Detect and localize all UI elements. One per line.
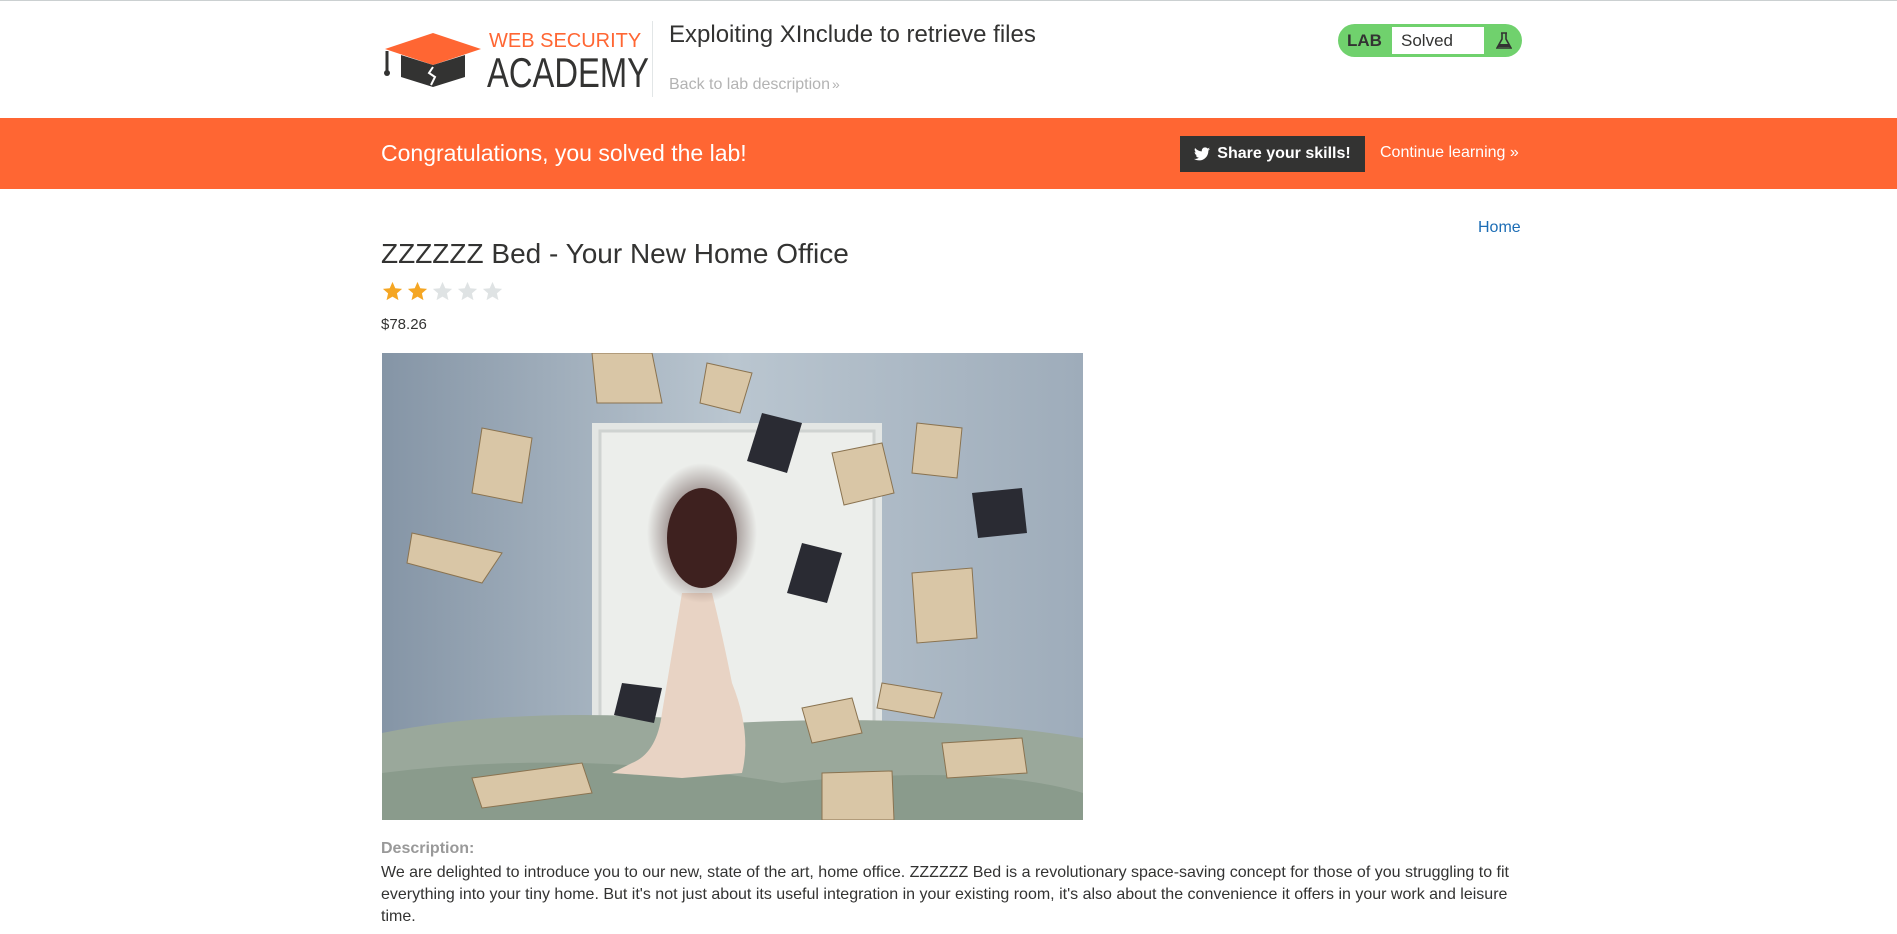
logo-divider <box>652 21 653 97</box>
back-to-lab-description-link[interactable]: Back to lab description» <box>669 76 840 94</box>
graduation-cap-icon <box>384 33 481 87</box>
lab-status-badge: LAB Solved <box>1338 24 1522 57</box>
solved-banner: Congratulations, you solved the lab! Sha… <box>0 118 1897 189</box>
logo-line2: ACADEMY <box>487 49 649 93</box>
lab-badge-label: LAB <box>1347 30 1382 50</box>
description-label: Description: <box>381 840 475 857</box>
lab-title: Exploiting XInclude to retrieve files <box>669 21 1036 48</box>
continue-learning-link[interactable]: Continue learning » <box>1380 144 1519 162</box>
academy-logo[interactable]: WEB SECURITY ACADEMY <box>381 29 651 93</box>
star-icon <box>432 281 453 301</box>
star-icon <box>457 281 478 301</box>
product-rating <box>381 280 504 303</box>
star-icon <box>382 281 403 301</box>
description-text: We are delighted to introduce you to our… <box>381 864 1509 925</box>
product-image <box>382 353 1083 820</box>
flask-icon <box>1485 31 1522 50</box>
product-title: ZZZZZZ Bed - Your New Home Office <box>381 238 849 269</box>
congratulations-message: Congratulations, you solved the lab! <box>381 140 747 166</box>
star-icon <box>407 281 428 301</box>
product-price: $78.26 <box>381 316 427 333</box>
share-skills-label: Share your skills! <box>1217 145 1351 162</box>
back-link-label: Back to lab description <box>669 76 830 93</box>
lab-status-text: Solved <box>1391 26 1485 55</box>
double-chevron-right-icon: » <box>1509 144 1519 161</box>
header: WEB SECURITY ACADEMY Exploiting XInclude… <box>0 1 1897 118</box>
home-link[interactable]: Home <box>1478 219 1521 237</box>
continue-learning-label: Continue learning <box>1380 144 1506 161</box>
twitter-icon <box>1194 147 1211 161</box>
share-skills-button[interactable]: Share your skills! <box>1180 136 1365 172</box>
double-chevron-right-icon: » <box>831 76 840 92</box>
star-icon <box>482 281 503 301</box>
